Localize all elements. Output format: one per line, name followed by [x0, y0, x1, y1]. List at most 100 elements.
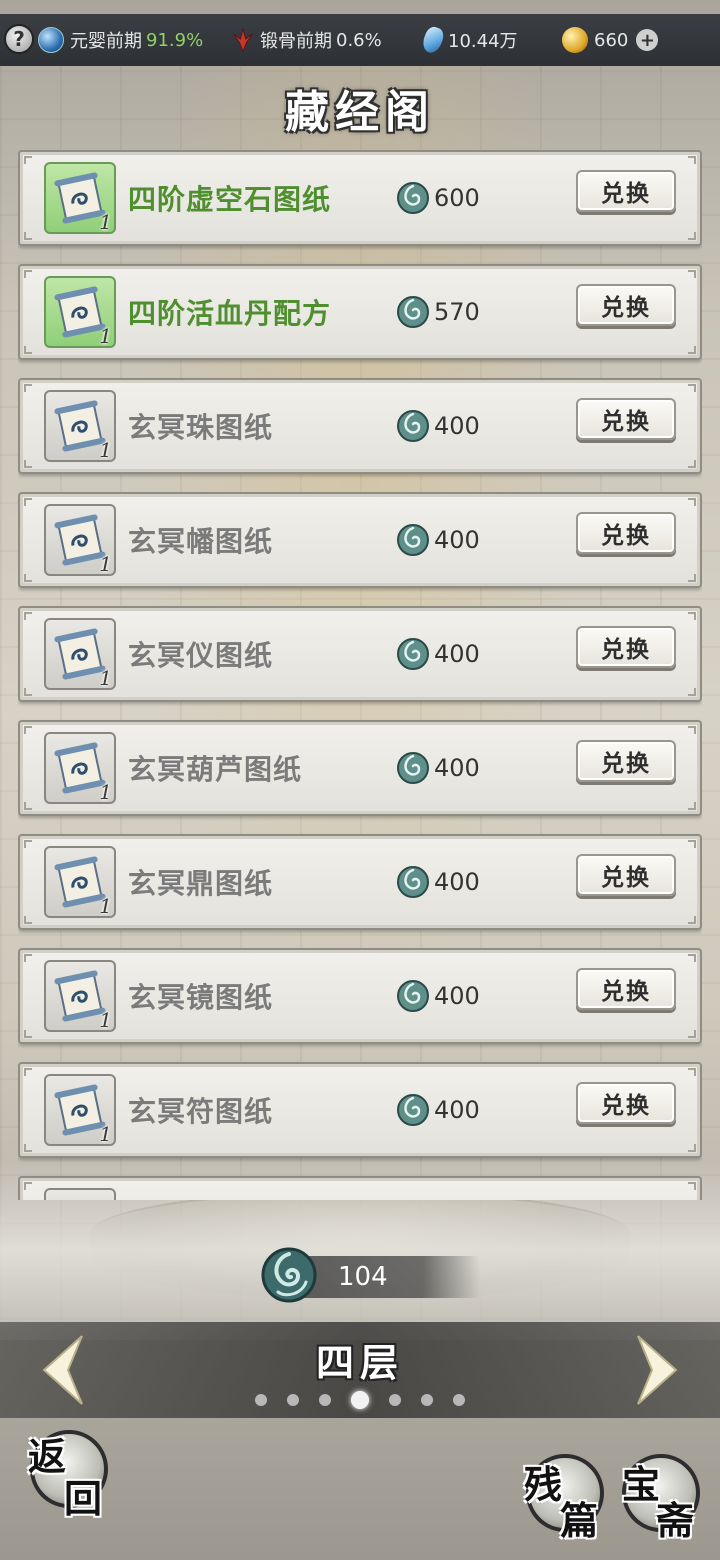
exchange-button[interactable]: 兑换: [576, 626, 676, 668]
frame-corner: [24, 460, 32, 468]
item-scroll-icon[interactable]: 1: [44, 618, 116, 690]
page-dot[interactable]: [453, 1394, 465, 1406]
frame-corner: [24, 270, 32, 278]
list-item[interactable]: 1 玄冥珠图纸 400 兑换: [18, 378, 702, 474]
frame-corner: [24, 726, 32, 734]
return-char-2: 回: [64, 1476, 103, 1521]
cultivation-progress: 91.9%: [146, 29, 204, 51]
frame-corner: [24, 1144, 32, 1152]
list-item[interactable]: 1 四阶虚空石图纸 600 兑换: [18, 150, 702, 246]
cultivation-stat[interactable]: 元婴前期 91.9%: [38, 14, 203, 66]
yinyang-icon: [38, 27, 64, 53]
fragment-button[interactable]: 残 篇: [524, 1454, 604, 1543]
list-item[interactable]: 1 四阶活血丹配方 570 兑换: [18, 264, 702, 360]
coin-value: 660: [594, 29, 629, 51]
body-progress: 0.6%: [336, 29, 382, 51]
exchange-button[interactable]: 兑换: [576, 1082, 676, 1124]
item-price-value: 570: [434, 298, 480, 326]
blade-icon: [233, 28, 253, 53]
list-item[interactable]: [18, 1176, 702, 1200]
list-item[interactable]: 1 玄冥仪图纸 400 兑换: [18, 606, 702, 702]
item-name: 玄冥鼎图纸: [128, 867, 274, 900]
floor-label: 四层: [315, 1340, 404, 1385]
frame-corner: [688, 954, 696, 962]
item-scroll-icon[interactable]: 1: [44, 390, 116, 462]
exchange-button[interactable]: 兑换: [576, 284, 676, 326]
list-item[interactable]: 1 玄冥幡图纸 400 兑换: [18, 492, 702, 588]
return-button[interactable]: 返 回: [28, 1430, 108, 1521]
item-scroll-icon[interactable]: 1: [44, 1074, 116, 1146]
treasure-char-2: 斋: [656, 1498, 695, 1543]
add-coin-button[interactable]: +: [636, 29, 659, 51]
page-dot[interactable]: [287, 1394, 299, 1406]
item-scroll-icon[interactable]: 1: [44, 846, 116, 918]
coin-stat[interactable]: 660 +: [562, 14, 659, 66]
frame-corner: [24, 954, 32, 962]
exchange-button[interactable]: 兑换: [576, 740, 676, 782]
exchange-button[interactable]: 兑换: [576, 854, 676, 896]
frame-corner: [24, 916, 32, 924]
frame-corner: [688, 688, 696, 696]
exchange-button[interactable]: 兑换: [576, 512, 676, 554]
item-price-value: 400: [434, 526, 480, 554]
spirit-swirl-icon: [397, 410, 429, 442]
frame-corner: [24, 232, 32, 240]
item-quantity: 1: [99, 894, 112, 918]
page-dot[interactable]: [421, 1394, 433, 1406]
item-scroll-icon[interactable]: 1: [44, 504, 116, 576]
frame-corner: [24, 1068, 32, 1076]
item-scroll-icon[interactable]: 1: [44, 162, 116, 234]
frame-corner: [688, 574, 696, 582]
item-name: 四阶活血丹配方: [128, 297, 332, 330]
item-price-value: 400: [434, 1096, 480, 1124]
list-item[interactable]: 1 玄冥葫芦图纸 400 兑换: [18, 720, 702, 816]
spirit-swirl-icon: [261, 1247, 317, 1303]
frame-corner: [688, 802, 696, 810]
item-name: 玄冥葫芦图纸: [128, 753, 303, 786]
treasure-button[interactable]: 宝 斋: [622, 1454, 700, 1543]
frame-corner: [24, 688, 32, 696]
page-dot[interactable]: [319, 1394, 331, 1406]
exchange-list[interactable]: 1 四阶虚空石图纸 600 兑换 1 四阶活血丹配方 570 兑换 1 玄冥珠图…: [18, 150, 702, 1200]
frame-corner: [24, 156, 32, 164]
item-scroll-icon[interactable]: 1: [44, 276, 116, 348]
list-item[interactable]: 1 玄冥符图纸 400 兑换: [18, 1062, 702, 1158]
exchange-button[interactable]: 兑换: [576, 398, 676, 440]
list-item[interactable]: 1 玄冥镜图纸 400 兑换: [18, 948, 702, 1044]
exchange-button[interactable]: 兑换: [576, 170, 676, 212]
body-label: 锻骨前期: [260, 31, 332, 52]
help-button[interactable]: ?: [4, 24, 34, 54]
body-stat[interactable]: 锻骨前期 0.6%: [230, 14, 382, 66]
frame-corner: [24, 840, 32, 848]
item-scroll-icon[interactable]: 1: [44, 732, 116, 804]
frame-corner: [688, 1030, 696, 1038]
fragment-char-1: 残: [524, 1462, 563, 1507]
item-scroll-icon[interactable]: [44, 1188, 116, 1200]
frame-corner: [688, 346, 696, 354]
status-bar: ? 元婴前期 91.9% 锻骨前期 0.6% 10.44万 660 +: [0, 14, 720, 66]
item-price: 570: [396, 266, 480, 358]
fragment-char-2: 篇: [560, 1498, 599, 1543]
item-price-value: 400: [434, 412, 480, 440]
frame-corner: [688, 726, 696, 734]
page-dot[interactable]: [351, 1391, 369, 1409]
spirit-stone-stat[interactable]: 10.44万: [420, 14, 518, 66]
item-price-value: 600: [434, 184, 480, 212]
page-dot[interactable]: [389, 1394, 401, 1406]
exchange-button[interactable]: 兑换: [576, 968, 676, 1010]
item-price-value: 400: [434, 868, 480, 896]
item-quantity: 1: [99, 438, 112, 462]
page-dot[interactable]: [255, 1394, 267, 1406]
spirit-swirl-icon: [397, 296, 429, 328]
frame-corner: [24, 1030, 32, 1038]
item-name: 玄冥符图纸: [128, 1095, 274, 1128]
frame-corner: [24, 574, 32, 582]
item-scroll-icon[interactable]: 1: [44, 960, 116, 1032]
item-quantity: 1: [99, 666, 112, 690]
item-price: 400: [396, 950, 480, 1042]
frame-corner: [24, 498, 32, 506]
treasure-char-1: 宝: [622, 1462, 661, 1507]
spirit-swirl-icon: [397, 638, 429, 670]
item-name: 玄冥珠图纸: [128, 411, 274, 444]
list-item[interactable]: 1 玄冥鼎图纸 400 兑换: [18, 834, 702, 930]
